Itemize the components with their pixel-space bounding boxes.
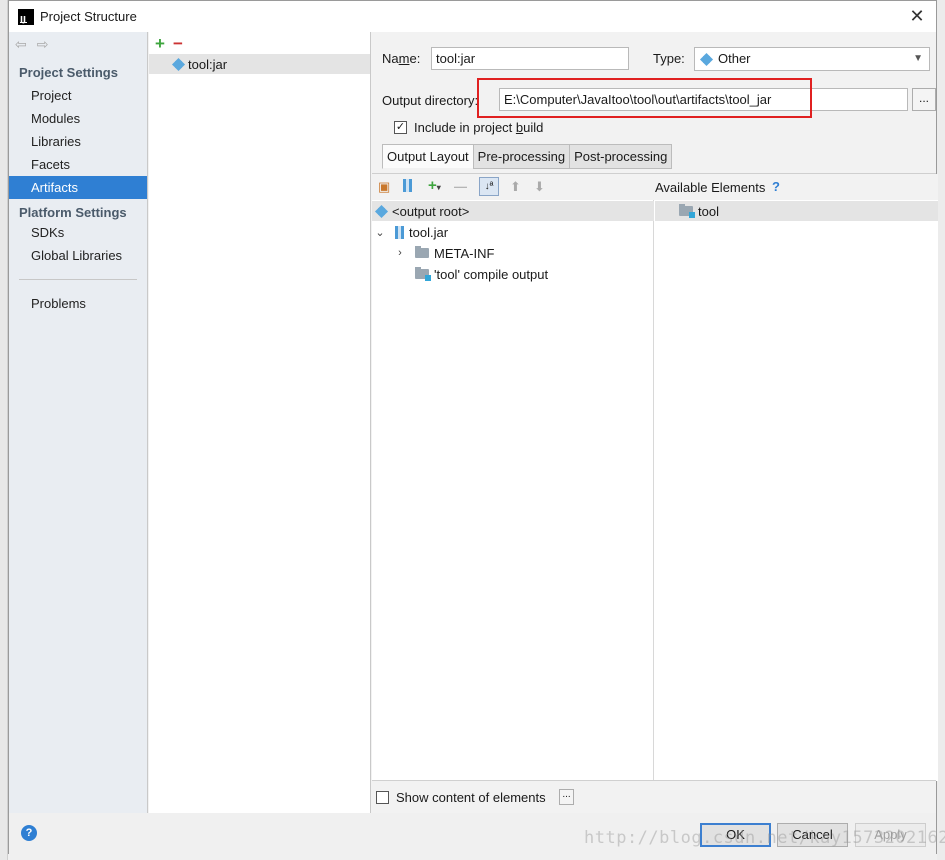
output-root-label: <output root>	[392, 203, 470, 219]
project-settings-header: Project Settings	[19, 65, 118, 80]
include-build-label: Include in project build	[414, 120, 544, 135]
nav-item-sdks[interactable]: SDKs	[9, 221, 147, 244]
forward-icon[interactable]: ⇨	[37, 36, 49, 53]
sort-icon[interactable]: ↓ª	[479, 177, 499, 196]
chevron-down-icon[interactable]: ⌄	[374, 226, 386, 239]
artifact-icon	[171, 57, 186, 71]
nav-item-modules[interactable]: Modules	[9, 107, 147, 130]
nav-item-global-libraries[interactable]: Global Libraries	[9, 244, 147, 267]
nav-item-project[interactable]: Project	[9, 84, 147, 107]
chevron-right-icon[interactable]: ›	[394, 247, 406, 259]
name-field[interactable]: tool:jar	[431, 47, 629, 70]
layout-toolbar: ▣ +▾ — ↓ª ⬆ ⬇ Available Elements ?	[372, 174, 938, 200]
artifacts-toolbar: + −	[149, 32, 370, 54]
help-icon[interactable]: ?	[21, 825, 37, 841]
back-icon[interactable]: ⇦	[15, 36, 27, 53]
tab-post-processing[interactable]: Post-processing	[569, 144, 673, 169]
type-label: Type:	[653, 51, 685, 66]
add-artifact-icon[interactable]: +	[155, 35, 165, 52]
nav-divider	[19, 279, 137, 280]
move-down-icon[interactable]: ⬇	[534, 179, 545, 195]
highlight-box	[477, 78, 812, 118]
module-icon	[679, 204, 695, 218]
nav-arrows: ⇦ ⇨	[9, 32, 147, 56]
tree-row-meta-inf[interactable]: › META-INF	[372, 243, 494, 263]
intellij-icon: IJ	[18, 8, 34, 25]
nav-item-problems[interactable]: Problems	[9, 292, 147, 315]
show-content-label: Show content of elements	[396, 790, 546, 805]
show-content-bar: Show content of elements ...	[372, 780, 936, 813]
other-type-icon	[699, 52, 714, 66]
tab-strip: Output Layout Pre-processing Post-proces…	[382, 144, 673, 169]
browse-button[interactable]: ...	[912, 88, 936, 111]
type-select[interactable]: Other ▼	[694, 47, 930, 71]
jar-icon	[395, 225, 404, 239]
window-title: Project Structure	[40, 9, 137, 24]
tree-row-output-root[interactable]: <output root>	[372, 201, 654, 221]
available-item-label: tool	[698, 203, 719, 219]
nav-item-facets[interactable]: Facets	[9, 153, 147, 176]
include-build-checkbox[interactable]: ✓	[394, 121, 407, 134]
available-help-icon[interactable]: ?	[772, 179, 780, 194]
folder-icon	[415, 246, 429, 258]
watermark: http://blog.csdn.net/kay15732021629	[584, 828, 945, 848]
artifact-item-label: tool:jar	[188, 56, 228, 72]
available-elements-label: Available Elements	[655, 180, 766, 195]
nav-item-libraries[interactable]: Libraries	[9, 130, 147, 153]
output-directory-label: Output directory:	[382, 93, 479, 108]
show-content-checkbox[interactable]	[376, 791, 389, 804]
artifact-details: Name: tool:jar Type: Other ▼ Output dire…	[372, 32, 938, 813]
show-content-options-button[interactable]: ...	[559, 789, 574, 805]
nav-item-artifacts[interactable]: Artifacts	[9, 176, 147, 199]
move-up-icon[interactable]: ⬆	[510, 179, 521, 195]
output-layout-pane: ▣ +▾ — ↓ª ⬆ ⬇ Available Elements ? <outp…	[372, 173, 938, 781]
tree-row-tool-jar[interactable]: ⌄ tool.jar	[372, 222, 448, 242]
background-ide-left	[0, 0, 8, 860]
add-element-icon[interactable]: +▾	[428, 177, 441, 194]
meta-inf-label: META-INF	[434, 245, 495, 261]
background-ide-right	[937, 0, 945, 860]
create-directory-icon[interactable]: ▣	[378, 179, 390, 195]
remove-artifact-icon[interactable]: −	[173, 35, 183, 52]
name-label: Name:	[382, 51, 421, 66]
compile-output-label: 'tool' compile output	[434, 266, 549, 282]
project-structure-dialog: IJ Project Structure ✕ ⇦ ⇨ Project Setti…	[8, 0, 938, 854]
chevron-down-icon: ▼	[913, 53, 923, 64]
close-icon[interactable]: ✕	[906, 5, 928, 27]
platform-settings-header: Platform Settings	[19, 205, 127, 220]
remove-element-icon[interactable]: —	[454, 179, 467, 194]
settings-nav: ⇦ ⇨ Project Settings Project Modules Lib…	[9, 32, 148, 813]
tree-row-compile-output[interactable]: 'tool' compile output	[372, 264, 548, 284]
module-output-icon	[415, 267, 431, 281]
title-bar: IJ Project Structure ✕	[9, 1, 936, 32]
tab-output-layout[interactable]: Output Layout	[382, 144, 474, 169]
output-root-icon	[374, 204, 389, 218]
create-archive-icon[interactable]	[403, 179, 412, 195]
type-select-value: Other	[718, 51, 751, 66]
tab-pre-processing[interactable]: Pre-processing	[472, 144, 571, 169]
available-item-tool[interactable]: tool	[655, 201, 938, 221]
output-tree: <output root> ⌄ tool.jar › META-INF 'too…	[372, 200, 654, 781]
artifact-item[interactable]: tool:jar	[149, 54, 370, 74]
artifacts-list: + − tool:jar	[149, 32, 371, 813]
available-elements-tree: tool	[655, 200, 938, 781]
tool-jar-label: tool.jar	[409, 224, 449, 240]
